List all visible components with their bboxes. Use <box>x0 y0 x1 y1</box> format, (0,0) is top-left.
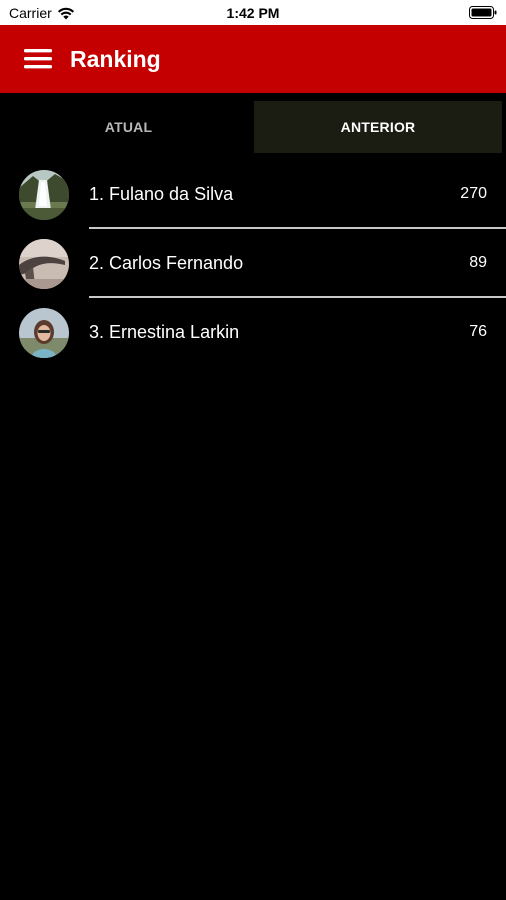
tab-anterior-label: ANTERIOR <box>340 119 416 135</box>
status-bar: Carrier 1:42 PM <box>0 0 506 25</box>
player-score: 76 <box>469 323 487 340</box>
player-name: 1. Fulano da Silva <box>89 184 234 204</box>
status-time: 1:42 PM <box>226 5 280 21</box>
list-item[interactable]: 2. Carlos Fernando 89 <box>0 229 506 298</box>
landscape-photo-icon <box>19 239 69 289</box>
player-score: 89 <box>469 254 487 271</box>
avatar <box>19 170 69 220</box>
tab-atual[interactable]: ATUAL <box>4 101 253 153</box>
menu-button[interactable] <box>22 46 56 72</box>
woman-portrait-photo-icon <box>19 308 69 358</box>
battery-icon <box>469 6 497 19</box>
tab-atual-label: ATUAL <box>104 119 153 135</box>
app-bar: Ranking <box>0 25 506 93</box>
player-name: 2. Carlos Fernando <box>89 253 244 273</box>
player-score: 270 <box>460 185 487 202</box>
player-name: 3. Ernestina Larkin <box>89 322 240 342</box>
tab-anterior[interactable]: ANTERIOR <box>254 101 502 153</box>
list-item[interactable]: 3. Ernestina Larkin 76 <box>0 298 506 367</box>
list-item[interactable]: 1. Fulano da Silva 270 <box>0 160 506 229</box>
ranking-list: 1. Fulano da Silva 270 2. Carlos Fernand… <box>0 160 506 367</box>
hamburger-menu-icon <box>24 49 52 69</box>
page-title: Ranking <box>70 46 161 72</box>
avatar <box>19 308 69 358</box>
avatar <box>19 239 69 289</box>
waterfall-photo-icon <box>19 170 69 220</box>
tab-bar: ATUAL ANTERIOR <box>0 93 506 160</box>
